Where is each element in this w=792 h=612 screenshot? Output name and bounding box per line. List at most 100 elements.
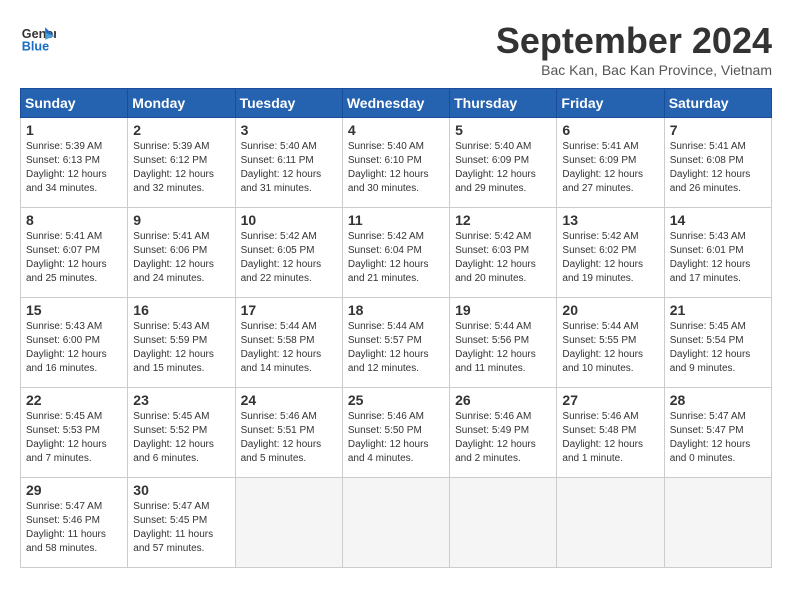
col-monday: Monday xyxy=(128,89,235,118)
day-info: Sunrise: 5:45 AMSunset: 5:53 PMDaylight:… xyxy=(26,410,122,466)
day-info: Sunrise: 5:43 AMSunset: 6:01 PMDaylight:… xyxy=(670,230,766,286)
day-number: 24 xyxy=(241,392,337,408)
day-info: Sunrise: 5:40 AMSunset: 6:10 PMDaylight:… xyxy=(348,140,444,196)
calendar-table: Sunday Monday Tuesday Wednesday Thursday… xyxy=(20,88,772,568)
day-info: Sunrise: 5:45 AMSunset: 5:54 PMDaylight:… xyxy=(670,320,766,376)
day-number: 2 xyxy=(133,122,229,138)
table-row: 2 Sunrise: 5:39 AMSunset: 6:12 PMDaylight… xyxy=(128,118,235,208)
day-info: Sunrise: 5:39 AMSunset: 6:12 PMDaylight:… xyxy=(133,140,229,196)
col-tuesday: Tuesday xyxy=(235,89,342,118)
day-number: 28 xyxy=(670,392,766,408)
day-info: Sunrise: 5:42 AMSunset: 6:04 PMDaylight:… xyxy=(348,230,444,286)
day-number: 29 xyxy=(26,482,122,498)
day-info: Sunrise: 5:44 AMSunset: 5:55 PMDaylight:… xyxy=(562,320,658,376)
week-row: 29Sunrise: 5:47 AMSunset: 5:46 PMDayligh… xyxy=(21,478,772,568)
col-friday: Friday xyxy=(557,89,664,118)
table-row: 29Sunrise: 5:47 AMSunset: 5:46 PMDayligh… xyxy=(21,478,128,568)
day-number: 21 xyxy=(670,302,766,318)
table-row: 18 Sunrise: 5:44 AMSunset: 5:57 PMDayligh… xyxy=(342,298,449,388)
day-info: Sunrise: 5:41 AMSunset: 6:06 PMDaylight:… xyxy=(133,230,229,286)
day-number: 26 xyxy=(455,392,551,408)
day-info: Sunrise: 5:41 AMSunset: 6:07 PMDaylight:… xyxy=(26,230,122,286)
day-info: Sunrise: 5:43 AMSunset: 5:59 PMDaylight:… xyxy=(133,320,229,376)
week-row: 22 Sunrise: 5:45 AMSunset: 5:53 PMDayligh… xyxy=(21,388,772,478)
day-number: 3 xyxy=(241,122,337,138)
day-info: Sunrise: 5:40 AMSunset: 6:09 PMDaylight:… xyxy=(455,140,551,196)
col-thursday: Thursday xyxy=(450,89,557,118)
day-info: Sunrise: 5:46 AMSunset: 5:50 PMDaylight:… xyxy=(348,410,444,466)
table-row: 26 Sunrise: 5:46 AMSunset: 5:49 PMDayligh… xyxy=(450,388,557,478)
week-row: 15 Sunrise: 5:43 AMSunset: 6:00 PMDayligh… xyxy=(21,298,772,388)
table-row: 16Sunrise: 5:43 AMSunset: 5:59 PMDayligh… xyxy=(128,298,235,388)
logo: General Blue xyxy=(20,20,56,56)
day-number: 27 xyxy=(562,392,658,408)
table-row xyxy=(557,478,664,568)
table-row: 1Sunrise: 5:39 AMSunset: 6:13 PMDaylight… xyxy=(21,118,128,208)
table-row: 19 Sunrise: 5:44 AMSunset: 5:56 PMDayligh… xyxy=(450,298,557,388)
col-saturday: Saturday xyxy=(664,89,771,118)
day-number: 7 xyxy=(670,122,766,138)
day-info: Sunrise: 5:41 AMSunset: 6:08 PMDaylight:… xyxy=(670,140,766,196)
table-row: 6 Sunrise: 5:41 AMSunset: 6:09 PMDaylight… xyxy=(557,118,664,208)
day-info: Sunrise: 5:45 AMSunset: 5:52 PMDaylight:… xyxy=(133,410,229,466)
table-row: 9 Sunrise: 5:41 AMSunset: 6:06 PMDaylight… xyxy=(128,208,235,298)
table-row: 15 Sunrise: 5:43 AMSunset: 6:00 PMDayligh… xyxy=(21,298,128,388)
table-row: 5Sunrise: 5:40 AMSunset: 6:09 PMDaylight… xyxy=(450,118,557,208)
month-title: September 2024 xyxy=(496,20,772,62)
day-number: 22 xyxy=(26,392,122,408)
day-info: Sunrise: 5:44 AMSunset: 5:58 PMDaylight:… xyxy=(241,320,337,376)
day-number: 15 xyxy=(26,302,122,318)
day-info: Sunrise: 5:46 AMSunset: 5:48 PMDaylight:… xyxy=(562,410,658,466)
table-row: 13Sunrise: 5:42 AMSunset: 6:02 PMDayligh… xyxy=(557,208,664,298)
table-row: 17Sunrise: 5:44 AMSunset: 5:58 PMDayligh… xyxy=(235,298,342,388)
day-info: Sunrise: 5:42 AMSunset: 6:05 PMDaylight:… xyxy=(241,230,337,286)
day-number: 8 xyxy=(26,212,122,228)
day-info: Sunrise: 5:47 AMSunset: 5:45 PMDaylight:… xyxy=(133,500,229,556)
table-row: 25Sunrise: 5:46 AMSunset: 5:50 PMDayligh… xyxy=(342,388,449,478)
table-row: 10Sunrise: 5:42 AMSunset: 6:05 PMDayligh… xyxy=(235,208,342,298)
day-info: Sunrise: 5:46 AMSunset: 5:49 PMDaylight:… xyxy=(455,410,551,466)
day-number: 23 xyxy=(133,392,229,408)
location: Bac Kan, Bac Kan Province, Vietnam xyxy=(496,62,772,78)
calendar-header-row: Sunday Monday Tuesday Wednesday Thursday… xyxy=(21,89,772,118)
day-number: 30 xyxy=(133,482,229,498)
day-info: Sunrise: 5:44 AMSunset: 5:56 PMDaylight:… xyxy=(455,320,551,376)
day-number: 11 xyxy=(348,212,444,228)
day-info: Sunrise: 5:40 AMSunset: 6:11 PMDaylight:… xyxy=(241,140,337,196)
svg-text:Blue: Blue xyxy=(22,40,49,54)
day-number: 9 xyxy=(133,212,229,228)
table-row: 23 Sunrise: 5:45 AMSunset: 5:52 PMDayligh… xyxy=(128,388,235,478)
table-row: 11 Sunrise: 5:42 AMSunset: 6:04 PMDayligh… xyxy=(342,208,449,298)
table-row xyxy=(235,478,342,568)
col-wednesday: Wednesday xyxy=(342,89,449,118)
day-number: 12 xyxy=(455,212,551,228)
week-row: 1Sunrise: 5:39 AMSunset: 6:13 PMDaylight… xyxy=(21,118,772,208)
day-info: Sunrise: 5:41 AMSunset: 6:09 PMDaylight:… xyxy=(562,140,658,196)
table-row: 24 Sunrise: 5:46 AMSunset: 5:51 PMDayligh… xyxy=(235,388,342,478)
day-number: 18 xyxy=(348,302,444,318)
table-row: 22 Sunrise: 5:45 AMSunset: 5:53 PMDayligh… xyxy=(21,388,128,478)
table-row: 4 Sunrise: 5:40 AMSunset: 6:10 PMDaylight… xyxy=(342,118,449,208)
table-row: 12 Sunrise: 5:42 AMSunset: 6:03 PMDayligh… xyxy=(450,208,557,298)
day-number: 6 xyxy=(562,122,658,138)
table-row: 21 Sunrise: 5:45 AMSunset: 5:54 PMDayligh… xyxy=(664,298,771,388)
col-sunday: Sunday xyxy=(21,89,128,118)
table-row xyxy=(664,478,771,568)
table-row: 3 Sunrise: 5:40 AMSunset: 6:11 PMDaylight… xyxy=(235,118,342,208)
day-info: Sunrise: 5:43 AMSunset: 6:00 PMDaylight:… xyxy=(26,320,122,376)
table-row xyxy=(450,478,557,568)
day-number: 4 xyxy=(348,122,444,138)
table-row: 7 Sunrise: 5:41 AMSunset: 6:08 PMDaylight… xyxy=(664,118,771,208)
day-info: Sunrise: 5:46 AMSunset: 5:51 PMDaylight:… xyxy=(241,410,337,466)
table-row: 20 Sunrise: 5:44 AMSunset: 5:55 PMDayligh… xyxy=(557,298,664,388)
day-info: Sunrise: 5:47 AMSunset: 5:47 PMDaylight:… xyxy=(670,410,766,466)
day-number: 14 xyxy=(670,212,766,228)
table-row: 27 Sunrise: 5:46 AMSunset: 5:48 PMDayligh… xyxy=(557,388,664,478)
table-row: 30 Sunrise: 5:47 AMSunset: 5:45 PMDayligh… xyxy=(128,478,235,568)
day-info: Sunrise: 5:39 AMSunset: 6:13 PMDaylight:… xyxy=(26,140,122,196)
day-info: Sunrise: 5:42 AMSunset: 6:03 PMDaylight:… xyxy=(455,230,551,286)
day-number: 20 xyxy=(562,302,658,318)
day-info: Sunrise: 5:44 AMSunset: 5:57 PMDaylight:… xyxy=(348,320,444,376)
day-number: 19 xyxy=(455,302,551,318)
page-header: General Blue September 2024 Bac Kan, Bac… xyxy=(20,20,772,78)
